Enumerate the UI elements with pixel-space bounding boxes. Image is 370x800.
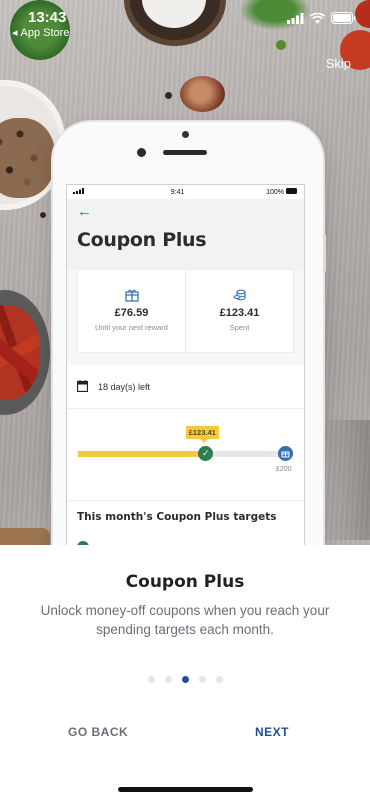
mock-app-screen: 9:41 100% ← Coupon Plus £76.59 Until you…: [66, 184, 305, 545]
current-spend-tooltip: £123.41: [185, 426, 219, 443]
reward-label: Until your next reward: [95, 323, 168, 332]
status-bar: 13:43 ◂ App Store: [0, 0, 370, 44]
side-button: [323, 234, 326, 272]
home-indicator: [118, 787, 253, 792]
peppercorn-decoration: [0, 118, 55, 198]
page-indicator: [0, 676, 370, 683]
goal-gift-icon: [278, 446, 293, 461]
onboarding-description: Unlock money-off coupons when you reach …: [40, 603, 330, 637]
next-button[interactable]: NEXT: [255, 725, 289, 739]
spent-amount: £123.41: [219, 307, 260, 319]
page-dot[interactable]: [181, 676, 189, 683]
days-left-text: 18 day(s) left: [98, 381, 151, 392]
targets-section: This month's Coupon Plus targets: [67, 501, 304, 545]
page-dot[interactable]: [147, 676, 155, 683]
mock-header: ← Coupon Plus: [67, 199, 304, 269]
spent-label: Spent: [229, 323, 250, 332]
calendar-icon: [76, 379, 89, 394]
check-icon: ✓: [198, 446, 214, 461]
progress-fill: [78, 451, 206, 457]
page-dot[interactable]: [215, 676, 223, 683]
mock-status-bar: 9:41 100%: [67, 185, 304, 199]
front-camera: [137, 148, 146, 157]
spent-card: £123.41 Spent: [185, 270, 293, 352]
camera-dot: [182, 131, 189, 138]
back-app-label: App Store: [20, 26, 70, 39]
reward-card: £76.59 Until your next reward: [78, 270, 185, 352]
mock-status-time: 9:41: [170, 188, 185, 196]
targets-heading: This month's Coupon Plus targets: [77, 511, 277, 523]
speaker-grill: [163, 150, 207, 155]
page-dot[interactable]: [198, 676, 206, 683]
mock-battery: 100%: [266, 188, 298, 196]
progress-track: [78, 451, 285, 457]
seed-decoration: [40, 212, 46, 218]
reward-amount: £76.59: [114, 307, 149, 319]
chevron-left-icon: ◂: [12, 27, 18, 39]
skip-button[interactable]: Skip: [326, 56, 351, 71]
shadow-decoration: [320, 420, 370, 540]
battery-icon: [331, 12, 356, 24]
gift-icon: [78, 288, 185, 302]
summary-cards: £76.59 Until your next reward £123.41 Sp…: [77, 269, 294, 353]
wood-decoration: [0, 528, 50, 545]
arrow-left-icon[interactable]: ←: [77, 204, 294, 219]
coins-icon: [186, 288, 293, 302]
nut-decoration: [180, 76, 225, 112]
wifi-icon: [310, 12, 325, 24]
mock-signal-icon: [73, 188, 89, 196]
onboarding-sheet: Coupon Plus Unlock money-off coupons whe…: [0, 545, 370, 800]
page-dot[interactable]: [164, 676, 172, 683]
go-back-button[interactable]: GO BACK: [68, 725, 128, 739]
signal-icon: [287, 12, 304, 24]
spend-progress: £123.41 ✓ £200: [67, 409, 304, 501]
status-icons: [287, 12, 356, 24]
back-to-app-link[interactable]: ◂ App Store: [12, 26, 70, 40]
onboarding-title: Coupon Plus: [125, 572, 245, 592]
mock-page-title: Coupon Plus: [77, 229, 207, 251]
mock-battery-icon: [285, 188, 297, 194]
seed-decoration: [165, 92, 172, 99]
goal-amount: £200: [276, 466, 292, 473]
status-time: 13:43: [28, 9, 67, 26]
days-left-row: 18 day(s) left: [67, 365, 304, 409]
